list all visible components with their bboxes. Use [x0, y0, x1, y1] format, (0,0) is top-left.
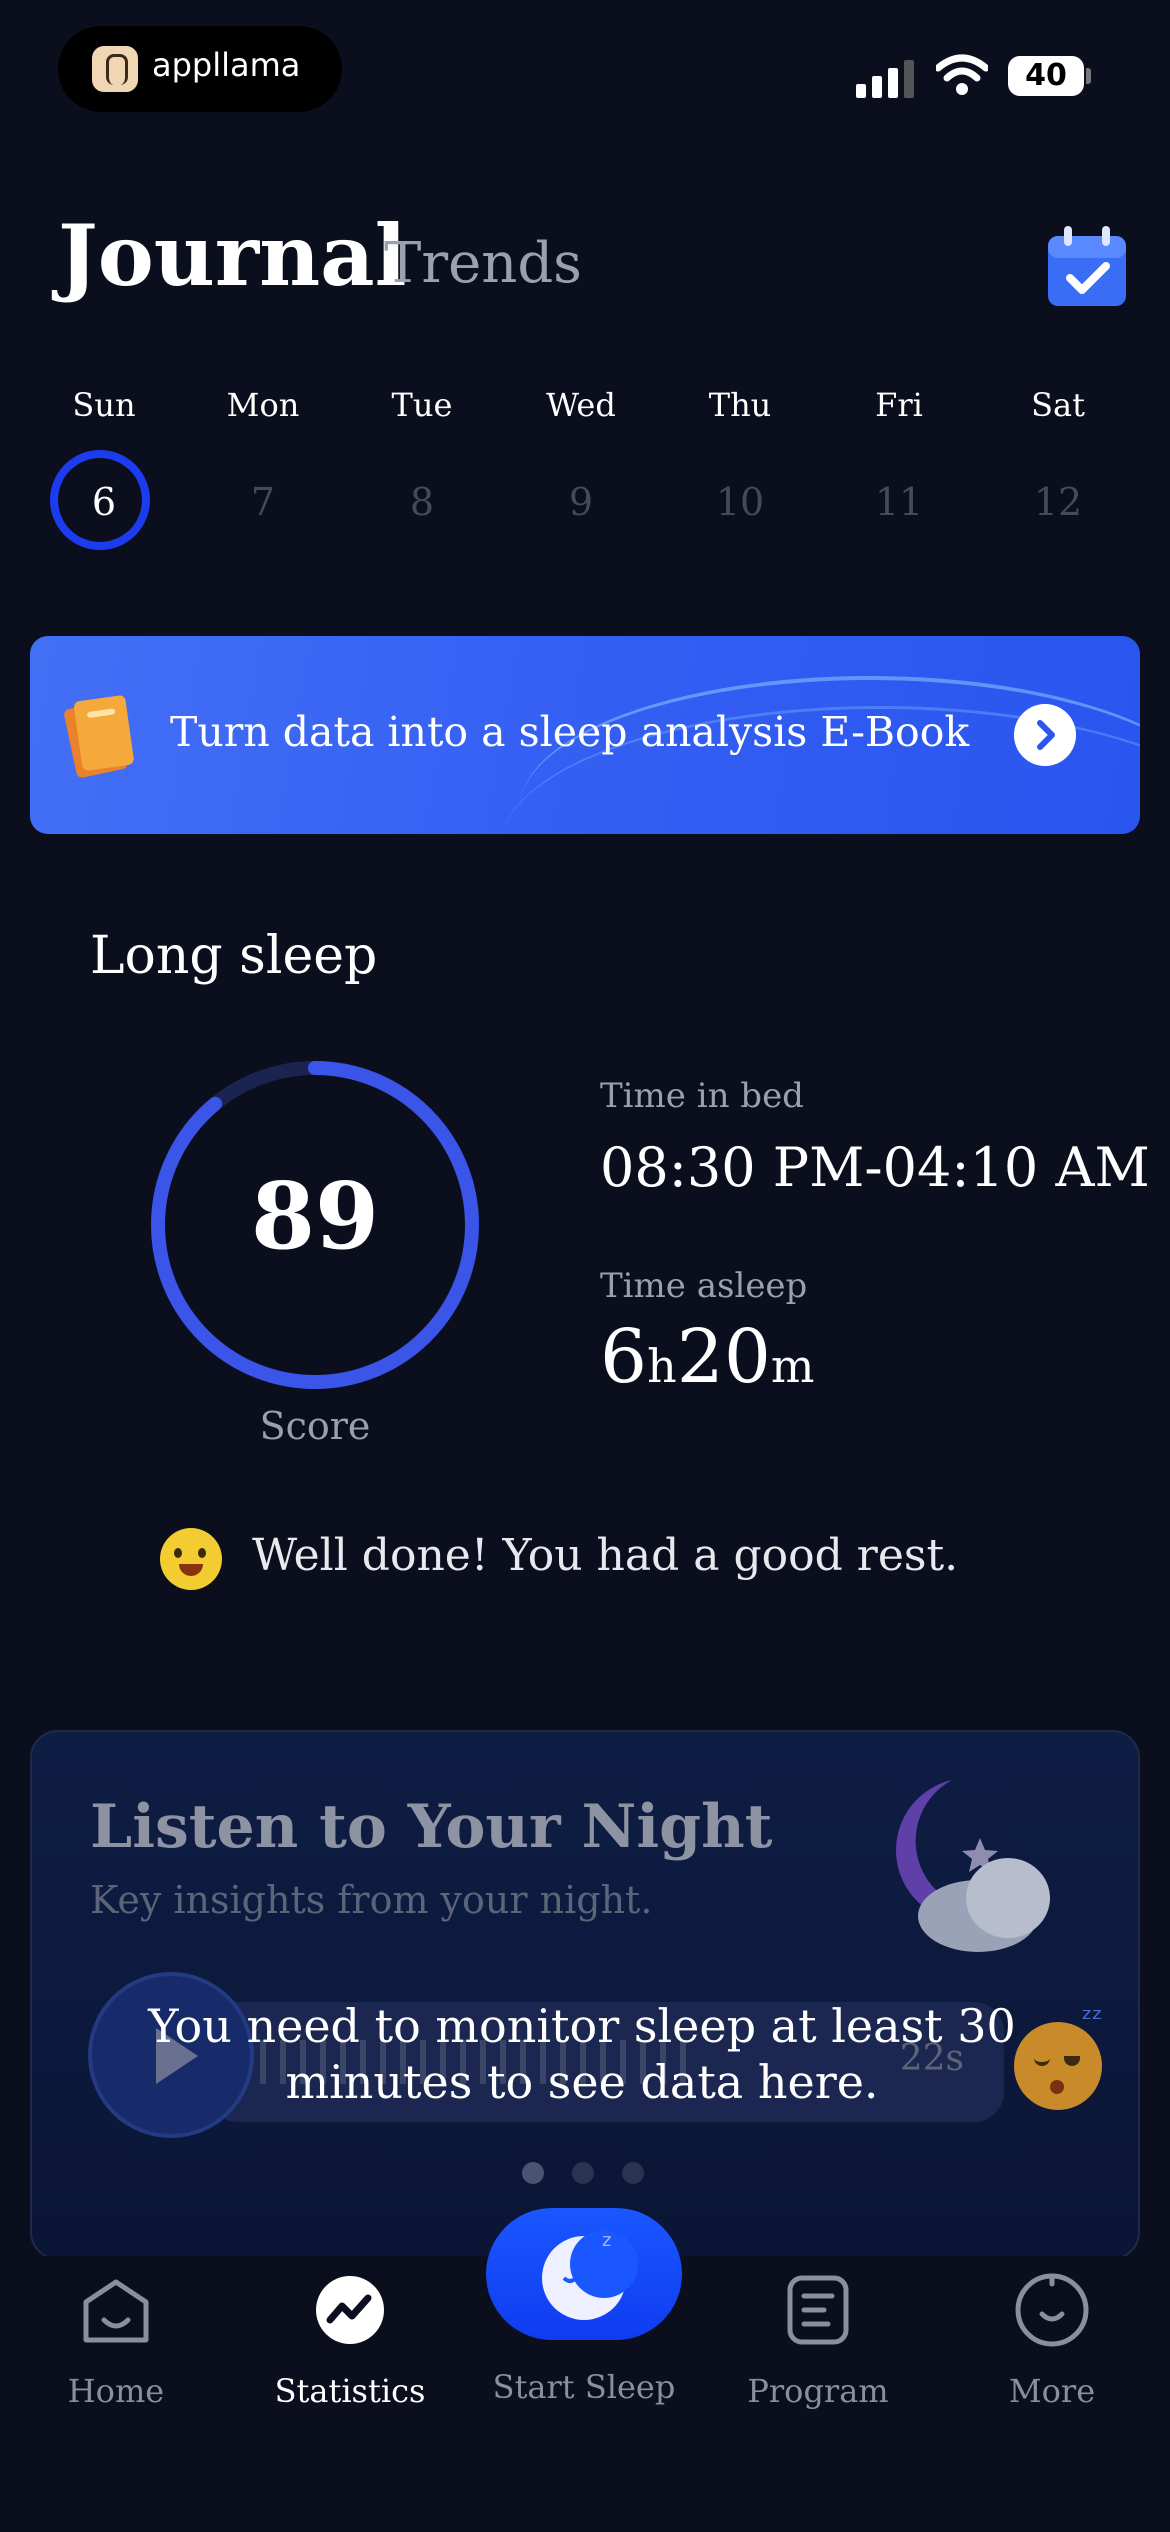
section-title: Long sleep: [90, 926, 378, 986]
weekday-label: Fri: [875, 386, 923, 424]
tab-label: More: [1008, 2372, 1096, 2410]
tab-program[interactable]: Program: [718, 2270, 918, 2410]
start-sleep-label: Start Sleep: [492, 2368, 676, 2406]
calendar-check-icon[interactable]: [1044, 224, 1130, 310]
tab-label: Home: [67, 2372, 165, 2410]
score-label: Score: [259, 1404, 371, 1448]
date-item[interactable]: 10: [680, 480, 800, 524]
tab-more[interactable]: More: [952, 2270, 1152, 2410]
date-item[interactable]: 9: [521, 480, 641, 524]
cellular-signal-icon: [856, 58, 914, 98]
sleepy-face-icon: [1014, 2022, 1102, 2110]
zz-icon: ᶻᶻ: [1082, 2002, 1103, 2035]
card-subtitle: Key insights from your night.: [90, 1878, 653, 1922]
carousel-dots[interactable]: [522, 2162, 652, 2186]
book-icon: [64, 695, 134, 778]
listen-night-card[interactable]: Listen to Your Night Key insights from y…: [30, 1730, 1140, 2260]
page-title: Journal: [58, 206, 407, 305]
time-asleep-value: 6h20m: [600, 1314, 815, 1400]
date-item[interactable]: 8: [362, 480, 482, 524]
app-brand-pill: appllama: [58, 26, 342, 112]
time-in-bed-label: Time in bed: [600, 1076, 804, 1116]
carousel-dot-active: [522, 2162, 544, 2184]
date-item-selected[interactable]: 6: [44, 480, 164, 524]
tab-label: Program: [747, 2372, 889, 2410]
date-item[interactable]: 7: [203, 480, 323, 524]
llama-logo-icon: [92, 46, 138, 92]
chart-trend-icon: [316, 2276, 384, 2344]
moon-cloud-icon: [895, 1780, 1050, 1952]
rest-message: Well done! You had a good rest.: [252, 1530, 959, 1581]
carousel-dot: [622, 2162, 644, 2184]
chevron-right-icon[interactable]: [1014, 704, 1076, 766]
time-in-bed-value: 08:30 PM-04:10 AM: [600, 1136, 1150, 1199]
start-sleep-button[interactable]: z: [486, 2208, 682, 2340]
brand-name: appllama: [152, 46, 301, 84]
battery-cap: [1086, 68, 1091, 84]
monitor-required-message: You need to monitor sleep at least 30 mi…: [148, 1999, 1016, 2109]
home-icon: [83, 2279, 149, 2343]
happy-face-icon: [160, 1528, 222, 1590]
more-icon: [1015, 2273, 1089, 2347]
ebook-banner[interactable]: Turn data into a sleep analysis E-Book: [30, 636, 1140, 834]
svg-text:z: z: [602, 2230, 611, 2251]
weekday-label: Wed: [546, 386, 616, 424]
moon-face-icon: z: [542, 2230, 638, 2320]
wifi-icon: [936, 54, 988, 95]
time-asleep-label: Time asleep: [600, 1266, 808, 1306]
weekday-label: Tue: [391, 386, 453, 424]
tab-home[interactable]: Home: [16, 2270, 216, 2410]
tab-statistics[interactable]: Statistics: [250, 2270, 450, 2410]
weekday-label: Sat: [1031, 386, 1085, 424]
score-value: 89: [250, 1162, 380, 1270]
program-icon: [787, 2275, 849, 2345]
weekday-label: Thu: [708, 386, 772, 424]
banner-text: Turn data into a sleep analysis E-Book: [170, 708, 970, 756]
weekday-label: Sun: [72, 386, 136, 424]
battery-indicator: 40: [1008, 56, 1084, 96]
tab-trends[interactable]: Trends: [384, 236, 582, 292]
weekday-label: Mon: [226, 386, 300, 424]
date-item[interactable]: 12: [998, 480, 1118, 524]
card-title: Listen to Your Night: [90, 1792, 773, 1862]
date-item[interactable]: 11: [839, 480, 959, 524]
carousel-dot: [572, 2162, 594, 2184]
tab-label: Statistics: [274, 2372, 426, 2410]
